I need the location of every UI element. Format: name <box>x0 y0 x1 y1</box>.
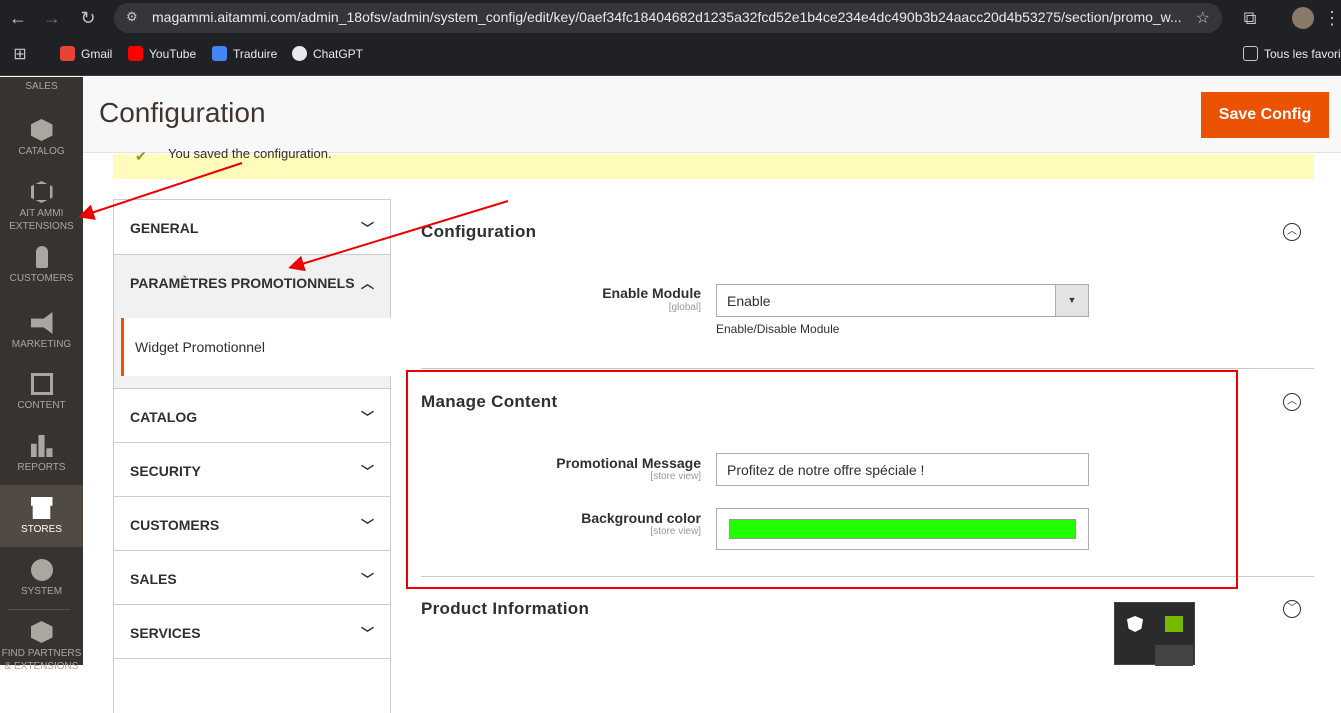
bookmark-star-icon[interactable]: ☆ <box>1196 8 1210 28</box>
color-swatch[interactable] <box>729 519 1076 539</box>
back-icon[interactable]: ← <box>6 6 30 30</box>
layout-icon <box>30 373 53 395</box>
enable-module-select[interactable]: Enable ▼ <box>716 284 1089 317</box>
cube-icon <box>30 119 53 141</box>
success-message: ✔ You saved the configuration. <box>113 146 1314 179</box>
cubes-icon <box>30 621 53 643</box>
background-color-label: Background color <box>581 510 701 526</box>
page-title: Configuration <box>99 97 266 128</box>
store-icon <box>30 497 53 519</box>
browser-toolbar: ← → ↻ ⚙ magammi.aitammi.com/admin_18ofsv… <box>0 0 1341 36</box>
chevron-down-icon: ﹀ <box>360 410 374 425</box>
nvidia-icon[interactable] <box>1165 616 1183 632</box>
bookmark-traduire[interactable]: Traduire <box>212 46 277 61</box>
tab-sales[interactable]: SALES ﹀ <box>113 550 391 605</box>
all-bookmarks[interactable]: Tous les favoris <box>1243 46 1341 61</box>
nav-find-partners[interactable]: FIND PARTNERS & EXTENSIONS <box>0 621 83 673</box>
system-tray-popup <box>1114 602 1195 666</box>
gmail-icon <box>60 46 75 61</box>
nav-stores[interactable]: STORES <box>0 485 83 547</box>
nav-marketing[interactable]: MARKETING <box>0 312 83 351</box>
promotional-message-label: Promotional Message <box>556 455 701 471</box>
background-color-scope: [store view] <box>650 526 701 537</box>
nav-sales[interactable]: SALES <box>0 80 83 93</box>
collapse-icon[interactable]: ︿ <box>1283 223 1301 241</box>
reload-icon[interactable]: ↻ <box>76 6 100 30</box>
chevron-up-icon: ︿ <box>360 276 374 291</box>
youtube-icon <box>128 46 143 61</box>
profile-avatar[interactable] <box>1292 7 1314 29</box>
apps-grid-icon[interactable]: ⊞ <box>8 43 32 67</box>
checkmark-icon: ✔ <box>135 148 147 164</box>
tab-next[interactable] <box>113 658 391 713</box>
bar-chart-icon <box>30 435 53 457</box>
section-title-configuration[interactable]: Configuration <box>421 222 536 242</box>
promotional-message-scope: [store view] <box>650 471 701 482</box>
nav-ait-ammi-extensions[interactable]: AIT AMMI EXTENSIONS <box>0 181 83 233</box>
section-title-manage-content[interactable]: Manage Content <box>421 392 557 412</box>
menu-icon[interactable]: ⋮ <box>1320 6 1341 30</box>
site-info-icon[interactable]: ⚙ <box>126 9 138 25</box>
promotional-message-input[interactable] <box>716 453 1089 486</box>
expand-icon[interactable]: ﹀ <box>1283 600 1301 618</box>
url-text: magammi.aitammi.com/admin_18ofsv/admin/s… <box>152 9 1182 25</box>
nav-divider <box>8 609 70 610</box>
chevron-down-icon: ﹀ <box>360 221 374 236</box>
tray-item[interactable] <box>1155 645 1193 666</box>
tab-promo-items: Widget Promotionnel <box>113 309 391 376</box>
address-bar[interactable]: ⚙ magammi.aitammi.com/admin_18ofsv/admin… <box>114 3 1222 33</box>
person-icon <box>35 246 48 268</box>
section-divider <box>421 368 1314 369</box>
config-tabs: GENERAL ﹀ PARAMÈTRES PROMOTIONNELS ︿ Widge… <box>113 199 391 713</box>
chevron-down-icon: ﹀ <box>360 518 374 533</box>
enable-module-label: Enable Module <box>602 285 701 301</box>
bookmark-chatgpt[interactable]: ChatGPT <box>292 46 363 61</box>
section-title-product-information[interactable]: Product Information <box>421 599 589 619</box>
translate-icon <box>212 46 227 61</box>
chatgpt-icon <box>292 46 307 61</box>
success-message-text: You saved the configuration. <box>168 146 332 161</box>
tab-catalog[interactable]: CATALOG ﹀ <box>113 388 391 443</box>
enable-module-note: Enable/Disable Module <box>716 322 840 336</box>
chevron-down-icon: ﹀ <box>360 464 374 479</box>
enable-module-scope: [global] <box>668 302 701 313</box>
bookmarks-bar: ⊞ Gmail YouTube Traduire ChatGPT Tous le… <box>0 36 1341 76</box>
bookmark-youtube[interactable]: YouTube <box>128 46 196 61</box>
extensions-icon[interactable]: ⧉ <box>1238 6 1262 30</box>
tab-item-widget-promotionnel[interactable]: Widget Promotionnel <box>121 318 391 376</box>
save-config-button[interactable]: Save Config <box>1201 92 1329 138</box>
collapse-icon[interactable]: ︿ <box>1283 393 1301 411</box>
tab-customers[interactable]: CUSTOMERS ﹀ <box>113 496 391 551</box>
nav-content[interactable]: CONTENT <box>0 373 83 412</box>
section-divider <box>421 576 1314 577</box>
megaphone-icon <box>30 312 53 334</box>
chevron-down-icon: ﹀ <box>360 572 374 587</box>
page-header: Configuration Save Config <box>83 77 1341 153</box>
tab-security[interactable]: SECURITY ﹀ <box>113 442 391 497</box>
nav-reports[interactable]: REPORTS <box>0 435 83 474</box>
chevron-down-icon: ﹀ <box>360 626 374 641</box>
tab-general[interactable]: GENERAL ﹀ <box>113 199 391 254</box>
forward-icon[interactable]: → <box>40 6 64 30</box>
nav-catalog[interactable]: CATALOG <box>0 119 83 158</box>
config-content: Configuration ︿ Enable Module [global] E… <box>406 199 1314 665</box>
background-color-field[interactable] <box>716 508 1089 550</box>
security-shield-icon[interactable] <box>1127 616 1143 632</box>
folder-icon <box>1243 46 1258 61</box>
hexagon-icon <box>30 181 53 203</box>
tab-spacer <box>113 376 391 388</box>
nav-customers[interactable]: CUSTOMERS <box>0 246 83 285</box>
tab-parametres-promotionnels[interactable]: PARAMÈTRES PROMOTIONNELS ︿ <box>113 254 391 309</box>
nav-system[interactable]: SYSTEM <box>0 559 83 598</box>
admin-sidebar: SALES CATALOG AIT AMMI EXTENSIONS CUSTOM… <box>0 77 83 672</box>
tab-services[interactable]: SERVICES ﹀ <box>113 604 391 659</box>
gear-icon <box>30 559 53 581</box>
bookmark-gmail[interactable]: Gmail <box>60 46 112 61</box>
dropdown-arrow-icon: ▼ <box>1055 285 1088 316</box>
